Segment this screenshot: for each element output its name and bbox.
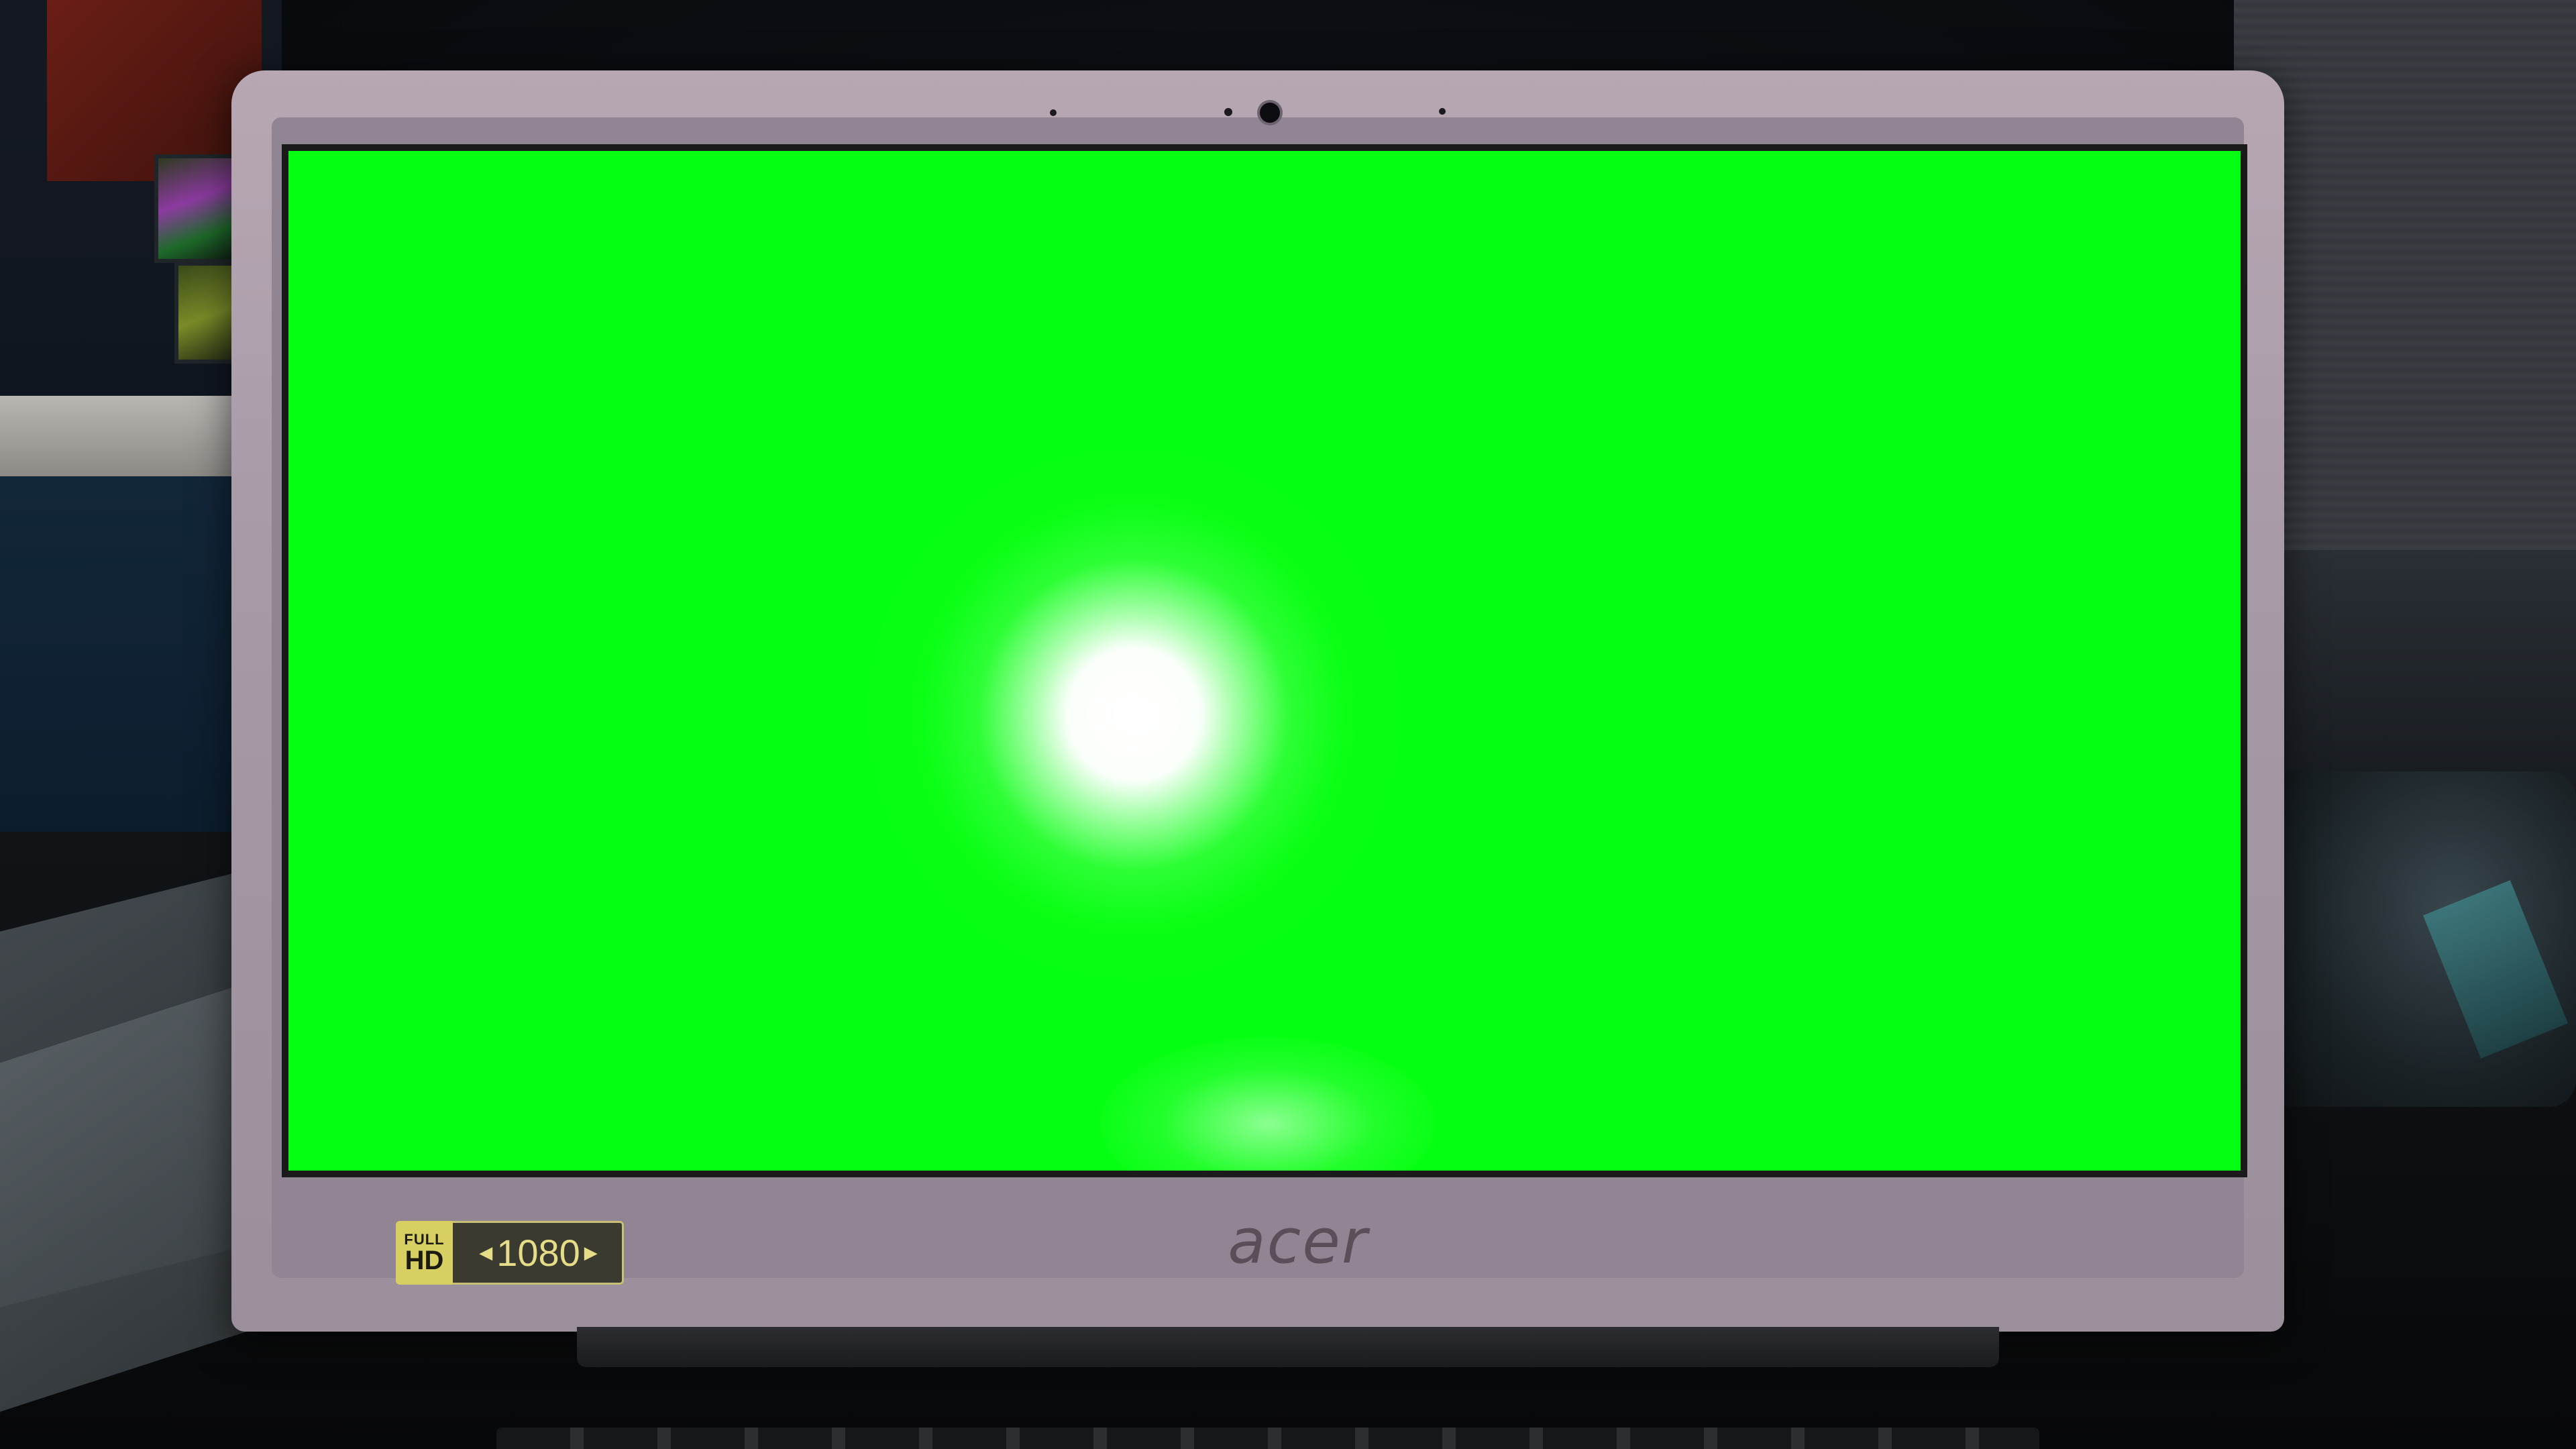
badge-full-text: FULL [404, 1230, 445, 1248]
badge-resolution-text: 1080 [496, 1232, 580, 1274]
display-screen [282, 144, 2247, 1177]
acer-logo: acer [1228, 1205, 1368, 1277]
hinge [577, 1327, 1999, 1367]
full-hd-badge: FULL HD ◀ 1080 ▶ [396, 1221, 624, 1285]
arrow-left-icon: ◀ [479, 1242, 493, 1263]
mic-center-dot [1224, 108, 1232, 116]
keyboard-keys [496, 1428, 2039, 1449]
badge-hd-text: HD [405, 1245, 444, 1275]
full-hd-label: FULL HD [396, 1221, 453, 1285]
arrow-right-icon: ▶ [584, 1242, 598, 1263]
photo-scene: FULL HD ◀ 1080 ▶ acer [0, 0, 2576, 1449]
mic-right-dot [1439, 108, 1446, 115]
mic-left-dot [1050, 109, 1057, 116]
light-glare [859, 439, 1409, 989]
laptop-lid: FULL HD ◀ 1080 ▶ acer [231, 70, 2284, 1332]
light-glare-reflection [1100, 1036, 1436, 1171]
webcam [1260, 103, 1280, 123]
resolution-label: ◀ 1080 ▶ [453, 1221, 624, 1285]
